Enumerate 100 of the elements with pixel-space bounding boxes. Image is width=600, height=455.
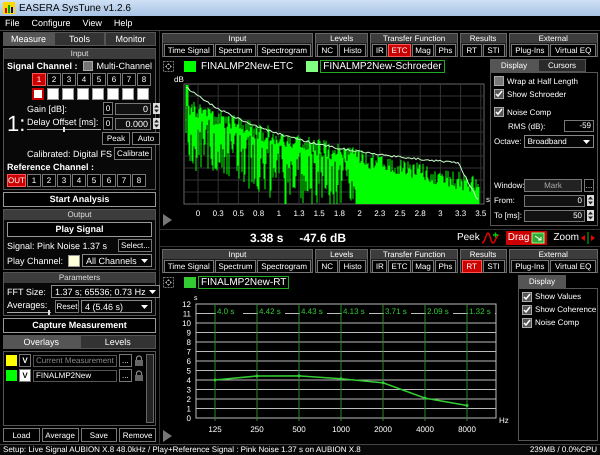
rms-field[interactable]: -59 — [564, 120, 594, 132]
checkbox[interactable] — [522, 318, 532, 328]
channel-button[interactable]: 2 — [47, 73, 61, 86]
reference-channel-button[interactable]: 3 — [57, 174, 71, 187]
overlay-action-button[interactable]: Load — [3, 428, 40, 442]
view-button[interactable]: Plug-Ins — [510, 44, 550, 57]
channel-button[interactable]: 5 — [92, 73, 106, 86]
channel-button[interactable]: 7 — [122, 73, 136, 86]
checkbox[interactable] — [522, 292, 532, 302]
view-button[interactable]: Spectrogram — [257, 44, 311, 57]
channel-color-swatch[interactable] — [122, 88, 134, 100]
legend-label[interactable]: FINALMP2New-Schroeder — [320, 60, 445, 73]
view-button[interactable]: Virtual EQ — [550, 260, 596, 272]
legend-label[interactable]: FINALMP2New-RT — [198, 276, 290, 288]
panel-tab[interactable]: Monitor — [105, 32, 156, 46]
averages-dropdown[interactable]: 4 (5.46 s) — [81, 300, 152, 313]
view-button[interactable]: Virtual EQ — [550, 44, 596, 57]
spinner-icon[interactable] — [587, 210, 594, 221]
gain-field[interactable]: 0 — [115, 102, 151, 114]
view-button[interactable]: Time Signal — [164, 260, 214, 272]
panel-tab[interactable]: Tools — [54, 32, 105, 46]
fit-view-icon[interactable] — [163, 276, 174, 288]
panel-tab[interactable]: Overlays — [3, 335, 80, 349]
channel-color-swatch[interactable] — [47, 88, 59, 100]
dropdown-arrow-icon[interactable] — [148, 290, 156, 294]
spinner-icon[interactable] — [153, 103, 160, 114]
view-button[interactable]: Plug-Ins — [510, 260, 550, 272]
view-button[interactable]: Spectrum — [214, 260, 256, 272]
view-button[interactable]: ETC — [388, 44, 411, 57]
dropdown-arrow-icon[interactable] — [141, 304, 148, 308]
octave-dropdown[interactable]: Broadband — [524, 135, 594, 148]
panel-tab[interactable]: Levels — [80, 335, 156, 349]
view-button[interactable]: RT — [462, 44, 482, 57]
lock-icon[interactable] — [134, 370, 144, 381]
checkbox[interactable] — [494, 107, 504, 117]
overlay-action-button[interactable]: Save — [80, 428, 118, 442]
menu-item[interactable]: File — [5, 18, 20, 28]
overlay-action-button[interactable]: Remove — [119, 428, 156, 442]
lock-icon[interactable] — [134, 355, 144, 366]
menu-item[interactable]: View — [82, 18, 102, 28]
reference-channel-button[interactable]: 5 — [87, 174, 101, 187]
view-button[interactable]: Histo — [338, 44, 366, 57]
dropdown-arrow-icon[interactable] — [583, 140, 590, 144]
channel-color-swatch[interactable] — [137, 88, 149, 100]
view-button[interactable]: IR — [372, 44, 388, 57]
view-button[interactable]: Spectrogram — [257, 260, 311, 272]
reference-channel-button[interactable]: 1 — [27, 174, 41, 187]
fft-size-dropdown[interactable]: 1.37 s; 65536; 0.73 Hz — [51, 285, 160, 298]
panel-tab[interactable]: Cursors — [538, 59, 586, 72]
reference-channel-button[interactable]: OUT — [7, 174, 26, 187]
overlay-action-button[interactable]: Average — [42, 428, 78, 442]
view-button[interactable]: Mag — [412, 44, 434, 57]
view-button[interactable]: Time Signal — [164, 44, 214, 57]
channel-color-swatch[interactable] — [92, 88, 104, 100]
select-button[interactable]: Select... — [118, 239, 152, 252]
spinner-icon[interactable] — [587, 195, 594, 206]
view-button[interactable]: ETC — [388, 260, 411, 272]
view-button[interactable]: IR — [372, 260, 388, 272]
reset-button[interactable]: Reset — [55, 300, 79, 313]
start-analysis-button[interactable]: Start Analysis — [3, 192, 156, 207]
drag-button[interactable]: Drag — [506, 230, 548, 244]
mark-button[interactable]: Mark — [524, 178, 582, 192]
channel-button[interactable]: 1 — [32, 73, 46, 86]
play-signal-button[interactable]: Play Signal — [7, 222, 152, 237]
checkbox[interactable] — [494, 76, 504, 86]
spinner-icon[interactable] — [153, 118, 160, 129]
more-button[interactable]: ... — [584, 178, 594, 192]
menu-item[interactable]: Configure — [32, 18, 71, 28]
view-button[interactable]: Phs — [435, 260, 456, 272]
play-icon[interactable] — [163, 214, 172, 226]
play-channel-dropdown[interactable]: All Channels — [82, 254, 152, 267]
slider-thumb[interactable] — [48, 310, 50, 315]
checkbox[interactable] — [494, 89, 504, 99]
view-button[interactable]: NC — [316, 260, 338, 272]
overlay-color-swatch[interactable] — [6, 370, 17, 381]
reference-channel-button[interactable]: 2 — [42, 174, 56, 187]
reference-channel-button[interactable]: 6 — [102, 174, 116, 187]
calibrate-button[interactable]: Calibrate — [114, 147, 152, 160]
view-button[interactable]: STI — [482, 260, 504, 272]
delay-reset-button[interactable]: 0 — [103, 117, 113, 130]
legend-label[interactable]: FINALMP2New-ETC — [198, 60, 296, 73]
view-button[interactable]: Mag — [412, 260, 434, 272]
from-field[interactable]: 0 — [524, 194, 585, 206]
view-button[interactable]: NC — [316, 44, 338, 57]
panel-tab[interactable]: Display — [518, 274, 566, 288]
panel-tab[interactable]: Display — [490, 59, 538, 72]
play-icon[interactable] — [163, 430, 172, 442]
panel-tab[interactable]: Measure — [3, 32, 54, 46]
peek-button[interactable]: Peek — [454, 230, 502, 244]
channel-button[interactable]: 6 — [107, 73, 121, 86]
to-field[interactable]: 50 — [524, 210, 585, 222]
reference-channel-button[interactable]: 8 — [132, 174, 146, 187]
channel-color-swatch[interactable] — [77, 88, 89, 100]
fit-view-icon[interactable] — [163, 61, 174, 72]
capture-measurement-button[interactable]: Capture Measurement — [3, 318, 156, 333]
delay-field[interactable]: 0.000 — [115, 118, 151, 130]
dropdown-arrow-icon[interactable] — [141, 258, 148, 262]
view-button[interactable]: RT — [462, 260, 482, 272]
view-button[interactable]: STI — [482, 44, 504, 57]
channel-button[interactable]: 3 — [62, 73, 76, 86]
